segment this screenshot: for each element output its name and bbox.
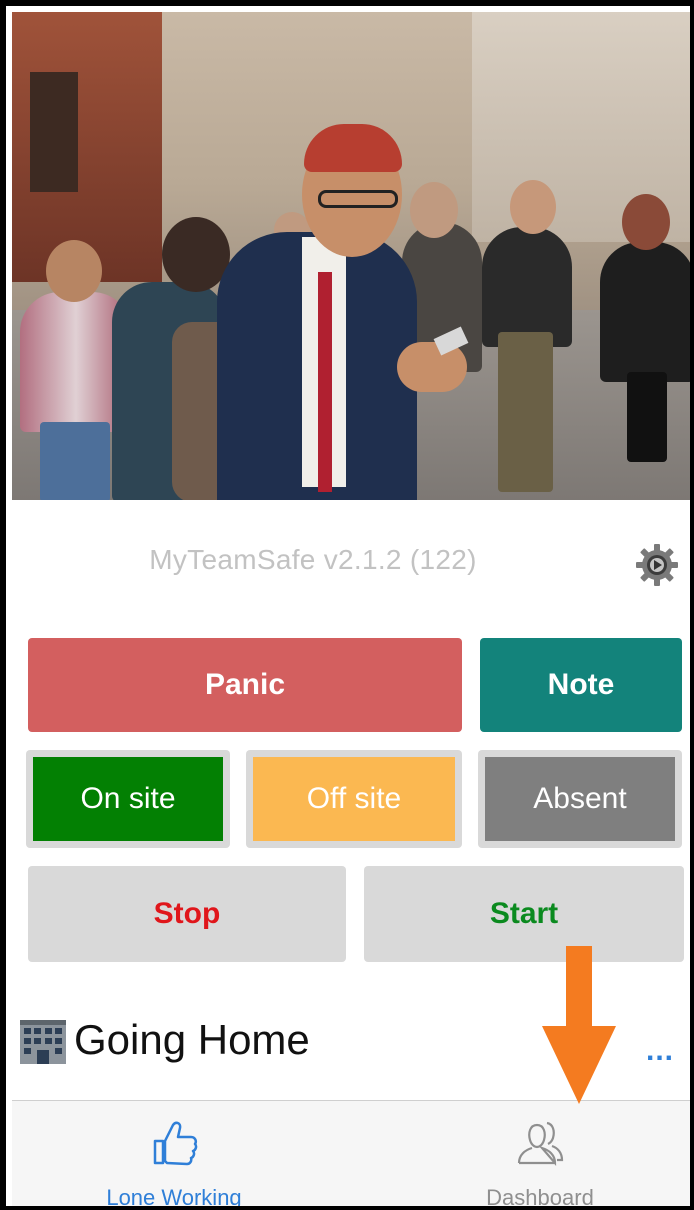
current-activity: Going Home — [18, 1010, 310, 1070]
tab-bar: Lone Working Dashboard — [12, 1100, 690, 1210]
current-activity-title: Going Home — [74, 1016, 310, 1063]
note-button[interactable]: Note — [480, 638, 682, 732]
tab-dashboard[interactable]: Dashboard — [450, 1101, 630, 1210]
people-icon — [517, 1121, 564, 1166]
start-button[interactable]: Start — [364, 866, 684, 962]
tab-dashboard-label: Dashboard — [486, 1185, 594, 1210]
thumbs-up-icon — [153, 1121, 198, 1166]
stop-button[interactable]: Stop — [28, 866, 346, 962]
tab-lone-working[interactable]: Lone Working — [84, 1101, 264, 1210]
gear-icon[interactable] — [634, 542, 680, 588]
on-site-button[interactable]: On site — [33, 757, 223, 841]
office-building-icon — [18, 1016, 68, 1064]
app-version-label: MyTeamSafe v2.1.2 (122) — [149, 544, 477, 575]
down-arrow-icon — [542, 946, 616, 1104]
off-site-tile: Off site — [246, 750, 462, 848]
off-site-button[interactable]: Off site — [253, 757, 455, 841]
hero-image — [12, 12, 690, 500]
panic-button[interactable]: Panic — [28, 638, 462, 732]
absent-button[interactable]: Absent — [485, 757, 675, 841]
app-frame: MyTeamSafe v2.1.2 (122) Panic Note On si… — [0, 0, 694, 1210]
tab-lone-working-label: Lone Working — [106, 1185, 242, 1210]
on-site-tile: On site — [26, 750, 230, 848]
absent-tile: Absent — [478, 750, 682, 848]
more-options-button[interactable]: ... — [646, 1034, 674, 1068]
